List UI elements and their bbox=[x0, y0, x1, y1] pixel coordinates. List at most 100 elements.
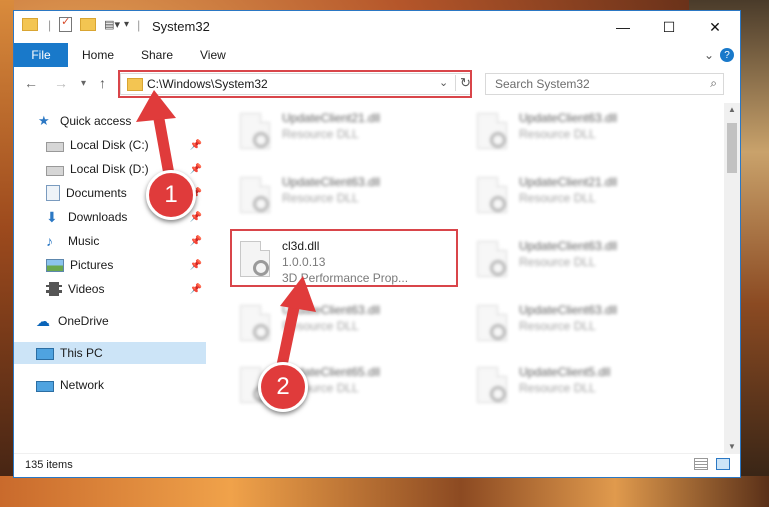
file-tile[interactable]: UpdateClient63.dll Resource DLL bbox=[234, 297, 454, 353]
properties-icon[interactable]: ✓ bbox=[59, 16, 73, 32]
file-tile[interactable]: UpdateClient21.dll Resource DLL bbox=[234, 105, 454, 161]
dll-file-icon bbox=[477, 113, 507, 149]
dll-file-icon bbox=[477, 241, 507, 277]
dropdown-icon[interactable]: ▾ bbox=[124, 19, 129, 30]
sidebar-item-label: Local Disk (C:) bbox=[70, 138, 149, 152]
sidebar-item-label: OneDrive bbox=[58, 314, 109, 328]
file-description: Resource DLL bbox=[519, 381, 596, 395]
sidebar-item-label: This PC bbox=[60, 346, 103, 360]
file-tile[interactable]: UpdateClient63.dll Resource DLL bbox=[471, 233, 691, 289]
address-row: ← → ▾ ↑ C:\Windows\System32 ⌄ ↻ Search S… bbox=[14, 69, 740, 99]
file-tile[interactable]: UpdateClient5.dll Resource DLL bbox=[471, 359, 691, 415]
file-description: Resource DLL bbox=[282, 127, 359, 141]
dll-file-icon bbox=[477, 305, 507, 341]
file-name: UpdateClient63.dll bbox=[519, 303, 618, 317]
file-explorer-window: | ✓ ▤▾ ▾ | System32 — ☐ ✕ File Home Shar… bbox=[13, 10, 741, 478]
pin-icon[interactable]: 📌 bbox=[190, 284, 202, 295]
sidebar-item-local-disk-c[interactable]: Local Disk (C:) 📌 bbox=[14, 134, 206, 156]
separator: | bbox=[48, 17, 52, 32]
new-folder-icon[interactable] bbox=[80, 18, 97, 31]
status-bar: 135 items bbox=[14, 453, 740, 478]
window-title: System32 bbox=[152, 19, 210, 34]
sidebar-item-label: Quick access bbox=[60, 114, 132, 128]
file-name: UpdateClient63.dll bbox=[519, 111, 618, 125]
recent-locations-icon[interactable]: ▾ bbox=[81, 78, 86, 89]
file-tile[interactable]: UpdateClient63.dll Resource DLL bbox=[471, 297, 691, 353]
sidebar-item-videos[interactable]: Videos 📌 bbox=[14, 278, 206, 300]
file-name: UpdateClient63.dll bbox=[519, 239, 618, 253]
pin-icon[interactable]: 📌 bbox=[190, 212, 202, 223]
sidebar-item-label: Local Disk (D:) bbox=[70, 162, 149, 176]
sidebar-item-music[interactable]: ♪ Music 📌 bbox=[14, 230, 206, 252]
file-highlight-box bbox=[230, 229, 458, 287]
large-icons-view-icon[interactable] bbox=[716, 458, 730, 470]
back-arrow-icon[interactable]: ← bbox=[24, 75, 38, 91]
step-2-badge: 2 bbox=[258, 362, 308, 412]
file-description: Resource DLL bbox=[519, 191, 596, 205]
desktop-background-bottom bbox=[0, 476, 769, 507]
dll-file-icon bbox=[240, 305, 270, 341]
file-name: UpdateClient21.dll bbox=[519, 175, 618, 189]
chevron-down-icon[interactable]: ⌄ bbox=[704, 43, 714, 67]
scroll-down-icon[interactable]: ▼ bbox=[728, 442, 736, 451]
sidebar-item-label: Pictures bbox=[70, 258, 114, 272]
search-icon: ⌕ bbox=[710, 76, 717, 90]
tab-home[interactable]: Home bbox=[82, 43, 114, 67]
ribbon-tabs: File Home Share View ⌄ ? bbox=[14, 43, 740, 67]
file-name: UpdateClient5.dll bbox=[519, 365, 611, 379]
folder-icon[interactable] bbox=[22, 18, 38, 31]
vertical-scrollbar[interactable]: ▲ ▼ bbox=[724, 103, 740, 453]
item-count: 135 items bbox=[25, 459, 73, 471]
sidebar-item-quick-access[interactable]: ★ Quick access bbox=[14, 110, 206, 132]
close-button[interactable]: ✕ bbox=[692, 11, 738, 43]
up-arrow-icon[interactable]: ↑ bbox=[99, 75, 106, 91]
file-tile[interactable]: UpdateClient21.dll Resource DLL bbox=[471, 169, 691, 225]
dll-file-icon bbox=[240, 113, 270, 149]
pictures-icon bbox=[46, 259, 64, 272]
minimize-button[interactable]: — bbox=[600, 11, 646, 43]
desktop-background-left bbox=[0, 0, 14, 507]
downloads-icon: ⬇ bbox=[46, 209, 58, 225]
maximize-button[interactable]: ☐ bbox=[646, 11, 692, 43]
quick-access-toolbar: | ✓ ▤▾ ▾ | bbox=[22, 16, 141, 32]
tab-file[interactable]: File bbox=[14, 43, 68, 67]
sidebar-item-this-pc[interactable]: This PC bbox=[14, 342, 206, 364]
customize-toolbar-icon[interactable]: ▤▾ bbox=[104, 18, 120, 31]
file-name: UpdateClient63.dll bbox=[282, 175, 381, 189]
videos-icon bbox=[46, 282, 62, 296]
pin-icon[interactable]: 📌 bbox=[190, 164, 202, 175]
file-description: Resource DLL bbox=[282, 319, 359, 333]
search-input[interactable]: Search System32 ⌕ bbox=[485, 73, 724, 95]
file-name: UpdateClient21.dll bbox=[282, 111, 381, 125]
star-icon: ★ bbox=[38, 113, 50, 128]
file-name: UpdateClient63.dll bbox=[282, 303, 381, 317]
sidebar-item-label: Downloads bbox=[68, 210, 128, 224]
file-tile[interactable]: UpdateClient63.dll Resource DLL bbox=[234, 169, 454, 225]
sidebar-item-label: Network bbox=[60, 378, 105, 392]
tab-view[interactable]: View bbox=[200, 43, 226, 67]
navigation-pane: ★ Quick access Local Disk (C:) 📌 Local D… bbox=[14, 103, 208, 453]
scrollbar-thumb[interactable] bbox=[727, 123, 737, 173]
sidebar-item-pictures[interactable]: Pictures 📌 bbox=[14, 254, 206, 276]
step-1-badge: 1 bbox=[146, 170, 196, 220]
address-highlight-box bbox=[118, 70, 472, 98]
file-description: Resource DLL bbox=[519, 255, 596, 269]
file-description: Resource DLL bbox=[282, 191, 359, 205]
file-description: Resource DLL bbox=[519, 127, 596, 141]
network-icon bbox=[36, 380, 54, 392]
scroll-up-icon[interactable]: ▲ bbox=[728, 105, 736, 114]
tab-share[interactable]: Share bbox=[141, 43, 173, 67]
pin-icon[interactable]: 📌 bbox=[190, 140, 202, 151]
documents-icon bbox=[46, 185, 60, 201]
separator: | bbox=[137, 17, 141, 32]
help-icon[interactable]: ? bbox=[720, 43, 734, 67]
dll-file-icon bbox=[477, 367, 507, 403]
pin-icon[interactable]: 📌 bbox=[190, 236, 202, 247]
sidebar-item-onedrive[interactable]: ☁ OneDrive bbox=[14, 310, 206, 332]
sidebar-item-network[interactable]: Network bbox=[14, 374, 206, 396]
dll-file-icon bbox=[240, 177, 270, 213]
forward-arrow-icon[interactable]: → bbox=[54, 75, 68, 91]
details-view-icon[interactable] bbox=[694, 458, 708, 470]
pin-icon[interactable]: 📌 bbox=[190, 260, 202, 271]
file-tile[interactable]: UpdateClient63.dll Resource DLL bbox=[471, 105, 691, 161]
